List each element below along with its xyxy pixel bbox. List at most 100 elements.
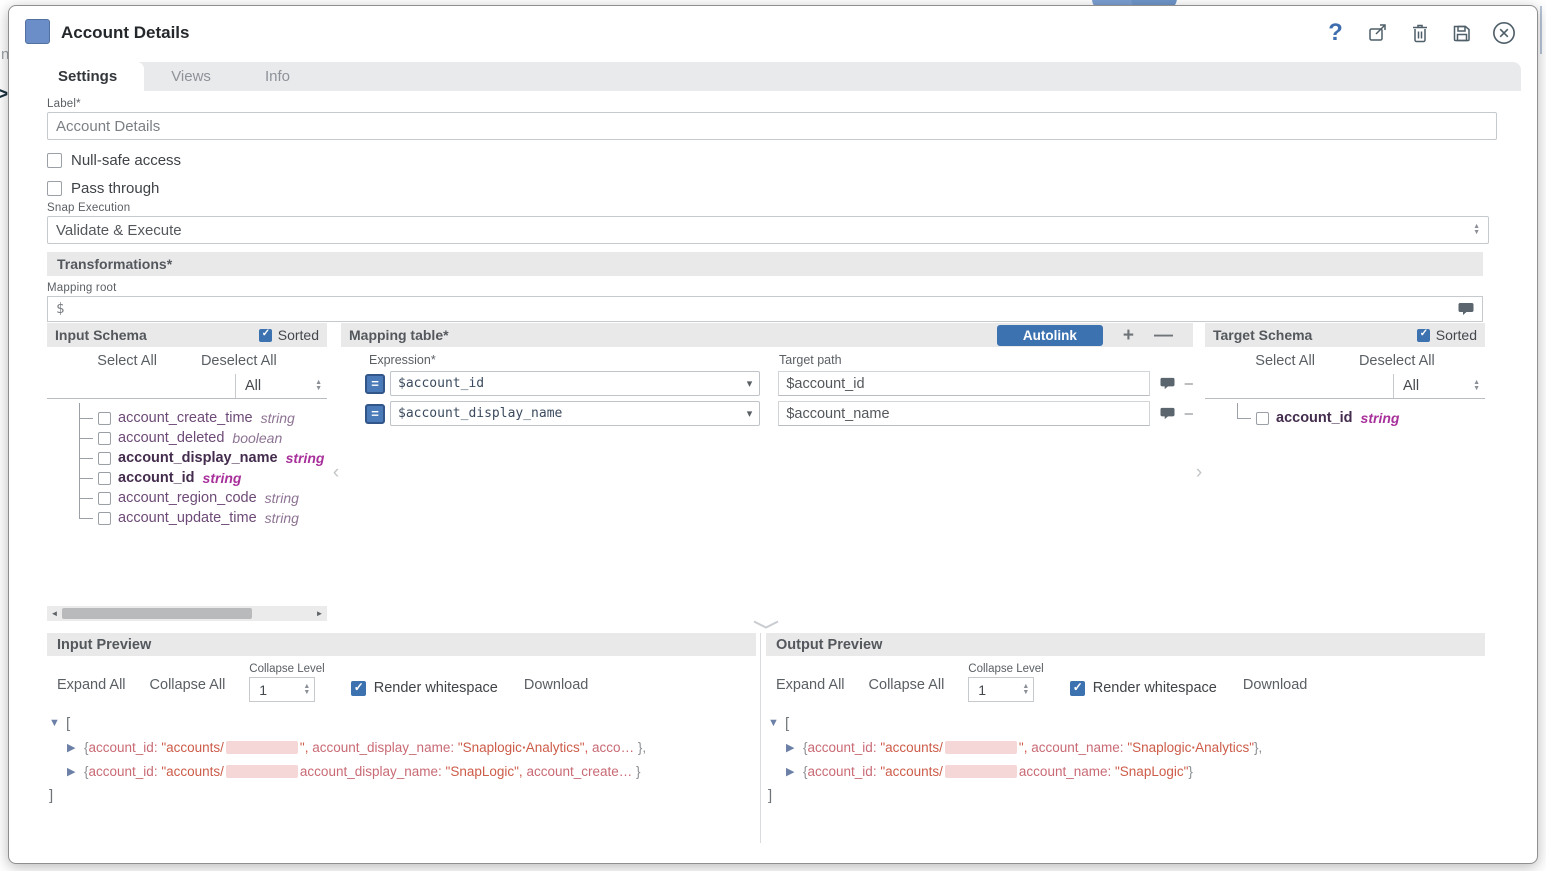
collapse-mapping-area-handle[interactable] xyxy=(751,616,781,634)
render-whitespace-toggle[interactable]: Render whitespace xyxy=(1070,680,1217,702)
schema-item-checkbox[interactable] xyxy=(1256,412,1269,425)
help-icon[interactable]: ? xyxy=(1322,19,1349,46)
schema-item-account_create_time[interactable]: account_create_timestring xyxy=(47,408,327,428)
trash-icon[interactable] xyxy=(1406,19,1433,46)
download-link[interactable]: Download xyxy=(524,677,589,702)
comment-icon[interactable] xyxy=(1160,377,1175,391)
deselect-all-link[interactable]: Deselect All xyxy=(201,353,277,369)
expression-dropdown-icon[interactable]: ▾ xyxy=(747,407,753,420)
save-icon[interactable] xyxy=(1448,19,1475,46)
schema-search-input[interactable] xyxy=(47,374,235,398)
expand-toggle-icon[interactable]: ▶ xyxy=(786,765,803,778)
collapse-level-group: Collapse Level 1 ▲▼ xyxy=(968,663,1043,702)
expand-all-link[interactable]: Expand All xyxy=(776,677,845,702)
input-schema-sorted-toggle[interactable]: Sorted xyxy=(259,327,319,343)
null-safe-access-checkbox[interactable] xyxy=(47,153,62,168)
remove-rows-button[interactable]: — xyxy=(1154,326,1173,345)
collapse-level-input[interactable]: 1 ▲▼ xyxy=(968,677,1034,702)
json-close-bracket: ] xyxy=(768,787,772,804)
schema-field-type: string xyxy=(203,470,242,486)
spinner-arrows-icon[interactable]: ▲▼ xyxy=(315,380,322,392)
schema-item-checkbox[interactable] xyxy=(98,452,111,465)
expression-dropdown-icon[interactable]: ▾ xyxy=(747,377,753,390)
schema-item-account_id[interactable]: account_idstring xyxy=(1205,408,1485,428)
input-schema-header: Input Schema Sorted xyxy=(47,323,327,347)
json-record-row: ▶{account_id: "accounts/account_display_… xyxy=(49,759,756,783)
expression-toggle-icon[interactable]: = xyxy=(365,404,385,424)
pass-through-checkbox-row[interactable]: Pass through xyxy=(47,180,159,197)
select-all-link[interactable]: Select All xyxy=(1255,353,1315,369)
expand-toggle-icon[interactable]: ▶ xyxy=(67,741,84,754)
mapping-table-panel: Mapping table* Autolink + — Expression* … xyxy=(341,323,1193,623)
null-safe-access-checkbox-row[interactable]: Null-safe access xyxy=(47,152,181,169)
scroll-left-icon[interactable]: ◄ xyxy=(47,609,62,618)
schema-item-checkbox[interactable] xyxy=(98,512,111,525)
target-path-input[interactable]: $account_name xyxy=(778,401,1149,426)
collapse-all-link[interactable]: Collapse All xyxy=(150,677,226,702)
scrollbar-thumb[interactable] xyxy=(62,608,252,619)
schema-search-input[interactable] xyxy=(1205,374,1393,398)
comment-icon[interactable] xyxy=(1160,407,1175,421)
add-row-button[interactable]: + xyxy=(1123,326,1134,345)
tab-settings[interactable]: Settings xyxy=(31,62,144,91)
target-schema-sorted-toggle[interactable]: Sorted xyxy=(1417,327,1477,343)
pass-through-checkbox[interactable] xyxy=(47,181,62,196)
mapping-root-value: $ xyxy=(56,301,64,317)
schema-field-name: account_update_time xyxy=(118,510,257,526)
collapse-right-panel-handle[interactable]: › xyxy=(1193,323,1205,623)
horizontal-scrollbar[interactable]: ◄ ► xyxy=(47,606,327,621)
schema-item-account_id[interactable]: account_idstring xyxy=(47,468,327,488)
snap-execution-select[interactable]: Validate & Execute ▲▼ xyxy=(47,216,1489,244)
schema-item-checkbox[interactable] xyxy=(98,412,111,425)
select-all-link[interactable]: Select All xyxy=(97,353,157,369)
open-in-new-icon[interactable] xyxy=(1364,19,1391,46)
collapse-toggle-icon[interactable]: ▼ xyxy=(49,717,66,729)
schema-filter-select[interactable]: All ▲▼ xyxy=(235,374,327,398)
schema-item-checkbox[interactable] xyxy=(98,472,111,485)
collapse-toggle-icon[interactable]: ▼ xyxy=(768,717,785,729)
expand-all-link[interactable]: Expand All xyxy=(57,677,126,702)
spinner-arrows-icon[interactable]: ▲▼ xyxy=(1022,684,1029,696)
mapping-root-input[interactable]: $ xyxy=(47,296,1483,322)
spinner-arrows-icon[interactable]: ▲▼ xyxy=(1473,224,1480,236)
schema-item-account_region_code[interactable]: account_region_codestring xyxy=(47,488,327,508)
download-link[interactable]: Download xyxy=(1243,677,1308,702)
expand-toggle-icon[interactable]: ▶ xyxy=(786,741,803,754)
schema-item-checkbox[interactable] xyxy=(98,492,111,505)
autolink-button[interactable]: Autolink xyxy=(997,325,1103,346)
schema-field-name: account_deleted xyxy=(118,430,224,446)
schema-filter-value: All xyxy=(245,378,261,394)
spinner-arrows-icon[interactable]: ▲▼ xyxy=(303,684,310,696)
tab-info[interactable]: Info xyxy=(238,62,317,91)
render-whitespace-checkbox[interactable] xyxy=(1070,681,1085,696)
target-path-input[interactable]: $account_id xyxy=(778,371,1149,396)
sorted-label: Sorted xyxy=(278,327,319,343)
schema-item-account_update_time[interactable]: account_update_timestring xyxy=(47,508,327,528)
dialog-title: Account Details xyxy=(61,23,189,43)
close-icon[interactable] xyxy=(1490,19,1517,46)
render-whitespace-label: Render whitespace xyxy=(374,680,498,696)
remove-row-icon[interactable]: – xyxy=(1185,405,1193,422)
expression-input[interactable]: $account_display_name▾ xyxy=(390,401,760,426)
expression-toggle-icon[interactable]: = xyxy=(365,374,385,394)
collapse-all-link[interactable]: Collapse All xyxy=(869,677,945,702)
remove-row-icon[interactable]: – xyxy=(1185,375,1193,392)
collapse-level-input[interactable]: 1 ▲▼ xyxy=(249,677,315,702)
sorted-checkbox[interactable] xyxy=(1417,329,1430,342)
expression-input[interactable]: $account_id▾ xyxy=(390,371,760,396)
spinner-arrows-icon[interactable]: ▲▼ xyxy=(1473,380,1480,392)
deselect-all-link[interactable]: Deselect All xyxy=(1359,353,1435,369)
mapping-table-header: Mapping table* Autolink + — xyxy=(341,323,1193,347)
comment-icon[interactable] xyxy=(1458,302,1474,317)
tab-views[interactable]: Views xyxy=(144,62,238,91)
sorted-checkbox[interactable] xyxy=(259,329,272,342)
render-whitespace-checkbox[interactable] xyxy=(351,681,366,696)
scroll-right-icon[interactable]: ► xyxy=(312,609,327,618)
schema-filter-select[interactable]: All ▲▼ xyxy=(1393,374,1485,398)
schema-item-checkbox[interactable] xyxy=(98,432,111,445)
schema-item-account_display_name[interactable]: account_display_namestring xyxy=(47,448,327,468)
label-field-input[interactable] xyxy=(47,112,1497,140)
schema-item-account_deleted[interactable]: account_deletedboolean xyxy=(47,428,327,448)
render-whitespace-toggle[interactable]: Render whitespace xyxy=(351,680,498,702)
expand-toggle-icon[interactable]: ▶ xyxy=(67,765,84,778)
